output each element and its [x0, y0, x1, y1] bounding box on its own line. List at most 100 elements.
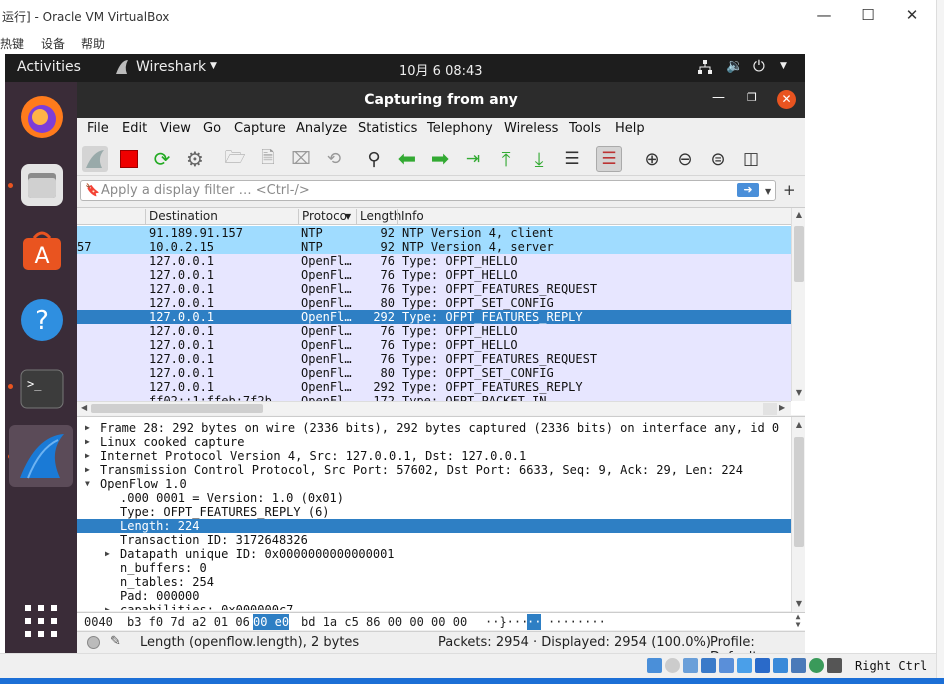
detail-row[interactable]: Length: 224 — [77, 519, 791, 533]
detail-row[interactable]: .000 0001 = Version: 1.0 (0x01) — [77, 491, 791, 505]
close-icon[interactable]: ✕ — [777, 90, 796, 109]
restore-icon[interactable]: ❐ — [747, 91, 757, 104]
menu-telephony[interactable]: Telephony — [427, 121, 493, 136]
detail-row[interactable]: n_buffers: 0 — [77, 561, 791, 575]
files-icon[interactable] — [19, 162, 65, 208]
detail-row[interactable]: ▶ Frame 28: 292 bytes on wire (2336 bits)… — [77, 421, 791, 435]
packet-row[interactable]: 127.0.0.1 OpenFl… 76 Type: OFPT_HELLO — [77, 324, 791, 338]
detail-row[interactable]: ▶ Transmission Control Protocol, Src Port… — [77, 463, 791, 477]
menu-help[interactable]: Help — [615, 121, 645, 136]
display-filter-input[interactable]: 🔖 Apply a display filter … <Ctrl-/> ➜ ▼ — [80, 180, 776, 201]
apply-filter-arrow-icon[interactable]: ➜ — [737, 183, 759, 197]
expand-arrow-icon[interactable]: ▶ — [105, 547, 110, 561]
go-forward-arrow-icon[interactable]: ➡ — [427, 146, 453, 172]
filter-history-chevron-icon[interactable]: ▼ — [765, 184, 771, 199]
packet-row[interactable]: 127.0.0.1 OpenFl… 292 Type: OFPT_FEATURES_R… — [77, 380, 791, 394]
zoom-reset-icon[interactable]: ⊜ — [705, 146, 731, 172]
vt-x-icon[interactable] — [809, 658, 824, 673]
minimize-button[interactable]: — — [813, 4, 835, 26]
minimize-icon[interactable]: — — [712, 90, 725, 105]
detail-row[interactable]: ▶ Datapath unique ID: 0x0000000000000001 — [77, 547, 791, 561]
reload-icon[interactable]: ⟲ — [321, 146, 347, 172]
packet-list-hscrollbar[interactable]: ◀ ▶ — [77, 401, 791, 415]
bytes-scroll-arrows-icon[interactable]: ▲ ▼ — [791, 613, 805, 629]
clock[interactable]: 10月 6 08:43 — [399, 60, 483, 79]
detail-row[interactable]: ▶ Internet Protocol Version 4, Src: 127.0… — [77, 449, 791, 463]
edit-comment-icon[interactable]: ✎ — [110, 634, 121, 649]
autoscroll-icon[interactable]: ☰ — [559, 146, 585, 172]
activities-button[interactable]: Activities — [17, 59, 81, 75]
packet-row[interactable]: 127.0.0.1 OpenFl… 80 Type: OFPT_SET_CONFIG — [77, 296, 791, 310]
help-icon[interactable]: ? — [19, 297, 65, 343]
packet-row[interactable]: 91.189.91.157 NTP 92 NTP Version 4, client — [77, 226, 791, 240]
network-icon[interactable] — [697, 59, 713, 75]
expand-arrow-icon[interactable]: ▶ — [85, 421, 90, 435]
resize-columns-icon[interactable]: ◫ — [738, 146, 764, 172]
packet-row[interactable]: 127.0.0.1 OpenFl… 292 Type: OFPT_FEATURES_R… — [77, 310, 791, 324]
scroll-thumb[interactable] — [794, 437, 804, 547]
disk-icon[interactable] — [647, 658, 662, 673]
maximize-button[interactable]: ☐ — [857, 4, 879, 26]
close-button[interactable]: ✕ — [901, 4, 923, 26]
detail-row[interactable]: Type: OFPT_FEATURES_REPLY (6) — [77, 505, 791, 519]
open-folder-icon[interactable]: 🗁 — [222, 146, 248, 172]
stop-capture-icon[interactable] — [116, 146, 142, 172]
scroll-up-arrow-icon[interactable]: ▲ — [792, 420, 805, 429]
cpu-icon[interactable] — [791, 658, 806, 673]
usb-icon[interactable] — [719, 658, 734, 673]
menu-view[interactable]: View — [160, 121, 191, 136]
close-file-icon[interactable]: ⌧ — [288, 146, 314, 172]
volume-icon[interactable]: 🔉 — [726, 58, 743, 74]
scroll-left-arrow-icon[interactable]: ◀ — [81, 403, 87, 412]
packet-row[interactable]: 127.0.0.1 OpenFl… 80 Type: OFPT_SET_CONFIG — [77, 366, 791, 380]
optical-icon[interactable] — [665, 658, 680, 673]
packet-row[interactable]: 127.0.0.1 OpenFl… 76 Type: OFPT_HELLO — [77, 268, 791, 282]
col-destination[interactable]: Destination — [145, 209, 298, 225]
capture-options-gear-icon[interactable]: ⚙ — [182, 146, 208, 172]
zoom-in-icon[interactable]: ⊕ — [639, 146, 665, 172]
start-capture-fin-icon[interactable] — [82, 146, 108, 172]
col-protocol[interactable]: Protoco ▼ — [298, 209, 356, 225]
display-icon[interactable] — [755, 658, 770, 673]
software-icon[interactable]: A — [19, 228, 65, 274]
details-vscrollbar[interactable]: ▲ ▼ — [791, 417, 805, 612]
col-info[interactable]: Info — [397, 209, 791, 225]
menu-devices[interactable]: 设备 — [41, 35, 65, 52]
menu-analyze[interactable]: Analyze — [296, 121, 347, 136]
find-packet-search-icon[interactable]: ⚲ — [361, 146, 387, 172]
detail-row[interactable]: ▶ capabilities: 0x000000c7 — [77, 603, 791, 610]
menu-edit[interactable]: Edit — [122, 121, 147, 136]
detail-row[interactable]: n_tables: 254 — [77, 575, 791, 589]
detail-row[interactable]: ▼ OpenFlow 1.0 — [77, 477, 791, 491]
system-menu-chevron-icon[interactable]: ▼ — [780, 61, 787, 71]
shared-folder-icon[interactable] — [737, 658, 752, 673]
expand-arrow-icon[interactable]: ▶ — [105, 603, 110, 610]
menu-file[interactable]: File — [87, 121, 109, 136]
packet-row[interactable]: 57 10.0.2.15 NTP 92 NTP Version 4, server — [77, 240, 791, 254]
packet-list[interactable]: Destination Protoco ▼ Length Info 91.189.… — [77, 207, 805, 415]
recording-icon[interactable] — [773, 658, 788, 673]
app-menu-label[interactable]: Wireshark — [136, 59, 206, 75]
add-filter-button[interactable]: + — [783, 181, 796, 199]
colorize-icon[interactable]: ☰ — [596, 146, 622, 172]
go-to-packet-icon[interactable]: ⇥ — [460, 146, 486, 172]
menu-go[interactable]: Go — [203, 121, 221, 136]
packet-row[interactable]: 127.0.0.1 OpenFl… 76 Type: OFPT_FEATURES_RE… — [77, 352, 791, 366]
bookmark-icon[interactable]: 🔖 — [85, 183, 100, 198]
detail-row[interactable]: ▶ Linux cooked capture — [77, 435, 791, 449]
save-file-icon[interactable]: 🗎 — [255, 146, 281, 172]
go-last-packet-icon[interactable]: ⤓ — [526, 146, 552, 172]
expand-arrow-icon[interactable]: ▶ — [85, 435, 90, 449]
expand-arrow-icon[interactable]: ▶ — [85, 449, 90, 463]
menu-wireless[interactable]: Wireless — [504, 121, 558, 136]
packet-list-vscrollbar[interactable]: ▲ ▼ — [791, 208, 805, 401]
menu-help[interactable]: 帮助 — [81, 35, 105, 52]
packet-row[interactable]: 127.0.0.1 OpenFl… 76 Type: OFPT_HELLO — [77, 254, 791, 268]
network-adapter-icon[interactable] — [701, 658, 716, 673]
packet-row[interactable]: 127.0.0.1 OpenFl… 76 Type: OFPT_FEATURES_RE… — [77, 282, 791, 296]
scroll-right-arrow-icon[interactable]: ▶ — [779, 403, 785, 412]
col-length[interactable]: Length — [356, 209, 401, 225]
packet-row[interactable]: 127.0.0.1 OpenFl… 76 Type: OFPT_HELLO — [77, 338, 791, 352]
menu-statistics[interactable]: Statistics — [358, 121, 417, 136]
packet-bytes-pane[interactable]: 0040 b3 f0 7d a2 01 06 00 e0 bd 1a c5 86… — [77, 612, 805, 630]
